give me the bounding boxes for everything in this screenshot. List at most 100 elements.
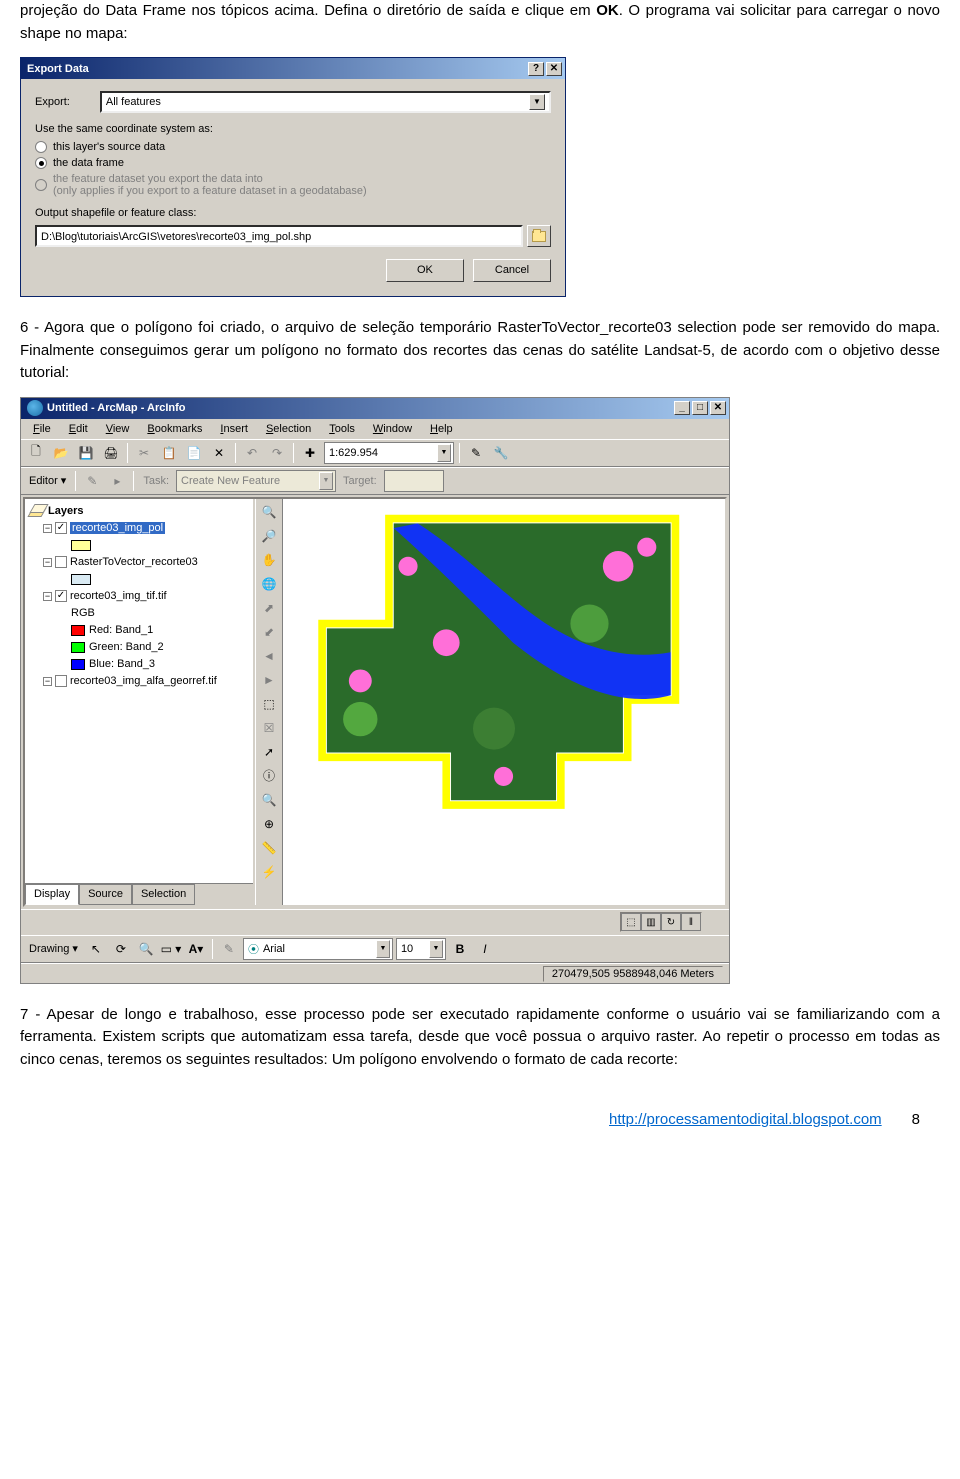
editor-menu[interactable]: Editor ▾ — [25, 474, 70, 487]
pause-drawing-button[interactable]: ‖ — [681, 913, 701, 931]
tab-display[interactable]: Display — [25, 884, 79, 905]
tab-selection[interactable]: Selection — [132, 884, 195, 905]
menu-selection[interactable]: Selection — [258, 421, 319, 437]
arcmap-window: Untitled - ArcMap - ArcInfo _ □ ✕ File E… — [20, 397, 730, 984]
text-tool-icon[interactable]: A ▾ — [185, 938, 207, 960]
dropdown-value: All features — [106, 96, 529, 108]
titlebar: Untitled - ArcMap - ArcInfo _ □ ✕ — [21, 398, 729, 419]
text: RGB — [71, 607, 95, 619]
add-data-icon[interactable]: ✚ — [299, 442, 321, 464]
statusbar: 270479,505 9588948,046 Meters — [21, 963, 729, 983]
forward-extent-icon[interactable]: ► — [258, 669, 280, 691]
minimize-button[interactable]: _ — [674, 401, 690, 415]
browse-button[interactable] — [527, 225, 551, 247]
radio-data-frame[interactable]: the data frame — [35, 157, 551, 169]
band-row: Green: Band_2 — [29, 639, 249, 656]
zoom-out-icon[interactable]: 🔎 — [258, 525, 280, 547]
maximize-button[interactable]: □ — [692, 401, 708, 415]
rotate-icon[interactable]: ⟳ — [110, 938, 132, 960]
layer-symbol[interactable] — [29, 537, 249, 554]
bold-button[interactable]: B — [449, 938, 471, 960]
footer-link[interactable]: http://processamentodigital.blogspot.com — [609, 1111, 882, 1128]
radio-icon — [35, 179, 47, 191]
paste-icon[interactable]: 📄 — [183, 442, 205, 464]
drawing-menu[interactable]: Drawing ▾ — [25, 942, 82, 955]
scale-dropdown[interactable]: 1:629.954 ▼ — [324, 442, 454, 464]
layer-item[interactable]: −✓ recorte03_img_pol — [29, 520, 249, 537]
sketch-tool-icon[interactable]: ▸ — [106, 470, 128, 492]
clear-selection-icon[interactable]: ☒ — [258, 717, 280, 739]
map-view[interactable] — [283, 499, 725, 905]
hyperlink-icon[interactable]: ⚡ — [258, 861, 280, 883]
pan-icon[interactable]: ✋ — [258, 549, 280, 571]
menubar: File Edit View Bookmarks Insert Selectio… — [21, 419, 729, 439]
band-label: Blue: Band_3 — [89, 658, 155, 670]
undo-icon[interactable]: ↶ — [241, 442, 263, 464]
radio-icon — [35, 141, 47, 153]
toolbox-icon[interactable]: 🔧 — [490, 442, 512, 464]
layout-view-button[interactable]: ▥ — [641, 913, 661, 931]
close-button[interactable]: ✕ — [546, 62, 562, 76]
measure-icon[interactable]: 📏 — [258, 837, 280, 859]
menu-file[interactable]: File — [25, 421, 59, 437]
edit-tool-icon[interactable]: ✎ — [81, 470, 103, 492]
help-button[interactable]: ? — [528, 62, 544, 76]
menu-window[interactable]: Window — [365, 421, 420, 437]
menu-edit[interactable]: Edit — [61, 421, 96, 437]
back-extent-icon[interactable]: ◄ — [258, 645, 280, 667]
cut-icon[interactable]: ✂ — [133, 442, 155, 464]
font-value: Arial — [263, 943, 372, 955]
zoom-whole-page-icon[interactable]: 🔍 — [135, 938, 157, 960]
new-icon[interactable]: 🗋 — [25, 442, 47, 464]
radio-source-data[interactable]: this layer's source data — [35, 141, 551, 153]
refresh-button[interactable]: ↻ — [661, 913, 681, 931]
rectangle-tool-icon[interactable]: ▭ ▾ — [160, 938, 182, 960]
menu-insert[interactable]: Insert — [212, 421, 256, 437]
zoom-in-icon[interactable]: 🔍 — [258, 501, 280, 523]
layer-item[interactable]: − RasterToVector_recorte03 — [29, 554, 249, 571]
menu-view[interactable]: View — [98, 421, 138, 437]
select-elements-icon[interactable]: ↖ — [85, 938, 107, 960]
output-path-input[interactable]: D:\Blog\tutoriais\ArcGIS\vetores\recorte… — [35, 225, 523, 247]
layers-root[interactable]: Layers — [29, 503, 249, 520]
page-footer: http://processamentodigital.blogspot.com… — [0, 1071, 960, 1148]
full-extent-icon[interactable]: 🌐 — [258, 573, 280, 595]
select-elements-icon[interactable]: ➚ — [258, 741, 280, 763]
fixed-zoom-out-icon[interactable]: ⬋ — [258, 621, 280, 643]
fixed-zoom-in-icon[interactable]: ⬈ — [258, 597, 280, 619]
find-icon[interactable]: 🔍 — [258, 789, 280, 811]
menu-help[interactable]: Help — [422, 421, 461, 437]
redo-icon[interactable]: ↷ — [266, 442, 288, 464]
edit-vertices-icon[interactable]: ✎ — [218, 938, 240, 960]
identify-icon[interactable]: ⓘ — [258, 765, 280, 787]
copy-icon[interactable]: 📋 — [158, 442, 180, 464]
menu-tools[interactable]: Tools — [321, 421, 363, 437]
swatch-icon — [71, 625, 85, 636]
cancel-button[interactable]: Cancel — [473, 259, 551, 282]
menu-bookmarks[interactable]: Bookmarks — [139, 421, 210, 437]
layer-item[interactable]: − recorte03_img_alfa_georref.tif — [29, 673, 249, 690]
italic-button[interactable]: I — [474, 938, 496, 960]
font-dropdown[interactable]: ⦿ Arial ▼ — [243, 938, 393, 960]
save-icon[interactable]: 💾 — [75, 442, 97, 464]
print-icon[interactable]: 🖨 — [100, 442, 122, 464]
radio-label: the feature dataset you export the data … — [53, 173, 367, 185]
ok-button[interactable]: OK — [386, 259, 464, 282]
coordinates-readout: 270479,505 9588948,046 Meters — [543, 966, 723, 982]
delete-icon[interactable]: ✕ — [208, 442, 230, 464]
close-button[interactable]: ✕ — [710, 401, 726, 415]
open-icon[interactable]: 📂 — [50, 442, 72, 464]
select-features-icon[interactable]: ⬚ — [258, 693, 280, 715]
editor-toolbar-icon[interactable]: ✎ — [465, 442, 487, 464]
tab-source[interactable]: Source — [79, 884, 132, 905]
font-size-dropdown[interactable]: 10 ▼ — [396, 938, 446, 960]
layer-symbol[interactable] — [29, 571, 249, 588]
layer-name: RasterToVector_recorte03 — [70, 556, 198, 568]
coord-system-label: Use the same coordinate system as: — [35, 123, 551, 135]
data-view-button[interactable]: ⬚ — [621, 913, 641, 931]
titlebar: Export Data ? ✕ — [21, 58, 565, 79]
layer-item[interactable]: −✓ recorte03_img_tif.tif — [29, 588, 249, 605]
go-to-xy-icon[interactable]: ⊕ — [258, 813, 280, 835]
export-dropdown[interactable]: All features ▼ — [100, 91, 551, 113]
main-area: Layers −✓ recorte03_img_pol − RasterToVe… — [23, 497, 727, 907]
